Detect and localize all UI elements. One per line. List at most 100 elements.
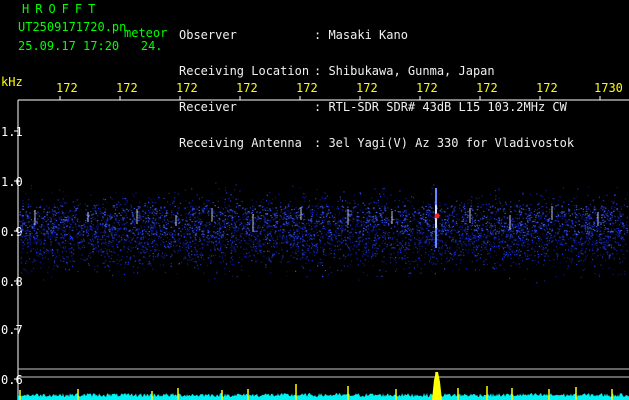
noise-dot bbox=[26, 221, 28, 223]
noise-dot bbox=[396, 268, 398, 271]
noise-dot bbox=[417, 209, 419, 211]
noise-dot bbox=[410, 235, 412, 237]
noise-dot bbox=[335, 235, 337, 237]
noise-dot bbox=[616, 203, 618, 205]
noise-dot bbox=[156, 249, 158, 251]
noise-dot bbox=[471, 196, 473, 198]
noise-dot bbox=[155, 222, 157, 224]
noise-dot bbox=[544, 280, 546, 282]
noise-dot bbox=[588, 186, 590, 188]
noise-dot bbox=[508, 251, 510, 254]
noise-dot bbox=[76, 234, 78, 236]
noise-dot bbox=[461, 238, 464, 240]
noise-dot bbox=[534, 259, 536, 262]
noise-dot bbox=[118, 220, 120, 222]
noise-dot bbox=[468, 237, 470, 239]
noise-dot bbox=[234, 232, 236, 234]
noise-dot bbox=[209, 237, 211, 239]
noise-dot bbox=[556, 211, 558, 213]
noise-dot bbox=[104, 199, 106, 201]
noise-dot bbox=[161, 240, 163, 242]
noise-dot bbox=[36, 248, 39, 251]
noise-dot bbox=[112, 242, 114, 244]
noise-dot bbox=[611, 207, 613, 210]
noise-dot bbox=[316, 204, 318, 207]
noise-dot bbox=[185, 243, 187, 245]
noise-dot bbox=[267, 234, 269, 236]
noise-dot bbox=[377, 202, 379, 204]
noise-dot bbox=[345, 200, 347, 202]
noise-dot bbox=[94, 218, 96, 220]
noise-dot bbox=[159, 264, 161, 266]
noise-dot bbox=[374, 188, 376, 190]
noise-dot bbox=[427, 244, 429, 246]
noise-dot bbox=[559, 247, 561, 249]
noise-dot bbox=[572, 251, 574, 253]
noise-dot bbox=[468, 243, 470, 245]
noise-dot bbox=[559, 228, 561, 230]
noise-dot bbox=[217, 237, 219, 240]
noise-dot bbox=[224, 218, 226, 220]
noise-dot bbox=[220, 207, 222, 209]
noise-dot bbox=[516, 213, 518, 215]
noise-dot bbox=[583, 260, 585, 262]
noise-dot bbox=[65, 246, 67, 248]
noise-dot bbox=[469, 244, 471, 247]
noise-dot bbox=[282, 212, 284, 215]
noise-dot bbox=[517, 225, 519, 227]
noise-dot bbox=[170, 234, 172, 236]
noise-dot bbox=[102, 206, 104, 209]
noise-dot bbox=[108, 266, 110, 268]
noise-dot bbox=[164, 256, 166, 258]
noise-dot bbox=[362, 262, 364, 264]
noise-dot bbox=[453, 251, 456, 254]
noise-dot bbox=[291, 205, 293, 207]
noise-dot bbox=[148, 201, 150, 203]
noise-dot bbox=[412, 220, 414, 222]
noise-dot bbox=[32, 267, 35, 269]
noise-dot bbox=[84, 203, 87, 205]
noise-dot bbox=[173, 197, 176, 199]
noise-dot bbox=[617, 232, 619, 234]
noise-dot bbox=[522, 237, 524, 239]
noise-dot bbox=[481, 195, 483, 197]
noise-dot bbox=[608, 244, 610, 246]
noise-dot bbox=[68, 218, 70, 220]
noise-dot bbox=[514, 254, 516, 256]
noise-dot bbox=[35, 232, 37, 235]
noise-dot bbox=[37, 218, 39, 220]
noise-dot bbox=[48, 222, 50, 224]
noise-dot bbox=[62, 237, 64, 239]
noise-dot bbox=[375, 247, 378, 249]
noise-dot bbox=[609, 236, 611, 238]
noise-dot bbox=[539, 238, 541, 240]
noise-dot bbox=[169, 248, 171, 250]
noise-dot bbox=[184, 207, 186, 209]
noise-dot bbox=[439, 253, 442, 255]
noise-dot bbox=[504, 201, 507, 203]
noise-dot bbox=[133, 255, 135, 257]
noise-dot bbox=[422, 223, 424, 225]
noise-dot bbox=[239, 231, 241, 233]
noise-dot bbox=[260, 245, 262, 247]
noise-dot bbox=[209, 202, 211, 204]
noise-dot bbox=[33, 213, 35, 215]
noise-dot bbox=[609, 253, 611, 255]
noise-dot bbox=[602, 267, 604, 269]
noise-dot bbox=[457, 229, 459, 231]
noise-dot bbox=[400, 251, 402, 254]
noise-dot bbox=[605, 228, 607, 230]
noise-dot bbox=[335, 226, 337, 228]
noise-dot bbox=[509, 238, 511, 240]
noise-dot bbox=[111, 198, 113, 200]
noise-dot bbox=[79, 248, 81, 250]
noise-dot bbox=[286, 250, 288, 252]
noise-dot bbox=[419, 232, 421, 234]
noise-dot bbox=[530, 203, 532, 205]
noise-dot bbox=[323, 254, 325, 256]
noise-dot bbox=[456, 231, 458, 234]
noise-dot bbox=[25, 235, 27, 237]
noise-dot bbox=[525, 209, 527, 211]
noise-dot bbox=[258, 240, 260, 242]
noise-dot bbox=[603, 200, 605, 202]
